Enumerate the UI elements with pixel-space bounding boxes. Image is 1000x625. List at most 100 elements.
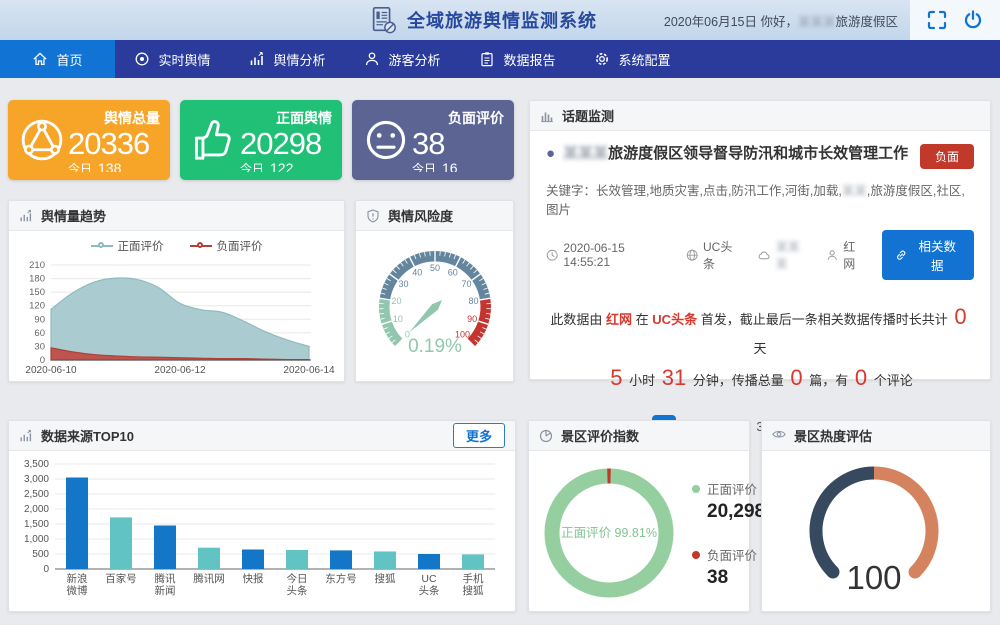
svg-text:搜狐: 搜狐 [375, 572, 396, 585]
nav-item-1[interactable]: 实时舆情 [115, 40, 230, 78]
rating-donut-chart: 正面评价 99.81% [531, 451, 691, 611]
user-icon [364, 51, 380, 67]
stat-card-today: 今日138 [68, 160, 160, 172]
bar-5 [286, 550, 308, 569]
stat-card-value: 20298 [240, 128, 332, 160]
svg-text:百家号: 百家号 [105, 572, 137, 585]
panel-sources-header: 数据来源TOP10 更多 [9, 421, 515, 451]
clock-icon [546, 249, 558, 262]
bar-4 [242, 550, 264, 570]
nav-item-4[interactable]: 数据报告 [460, 40, 575, 78]
more-button[interactable]: 更多 [453, 423, 505, 448]
svg-text:微博: 微博 [67, 584, 88, 597]
rating-legend-item-1[interactable]: 负面评价38 [692, 545, 765, 589]
panel-risk-title: 舆情风险度 [388, 206, 453, 225]
bar-0 [66, 478, 88, 570]
panel-topic: 话题监测 ● 某某某旅游度假区领导督导防汛和城市长效管理工作 负面 关键字：长效… [529, 100, 991, 380]
eye-icon [772, 429, 786, 443]
topic-source-redacted: 某某某 [758, 238, 810, 272]
svg-text:30: 30 [398, 279, 408, 289]
trend-area-chart: 03060901201501802102020-06-102020-06-122… [9, 255, 344, 377]
topic-platform: UC头条 [686, 238, 743, 272]
app-logo-icon [368, 5, 398, 35]
report-icon [479, 51, 495, 67]
rating-legend-item-0[interactable]: 正面评价20,298 [692, 479, 765, 523]
nav-item-0[interactable]: 首页 [0, 40, 115, 78]
risk-gauge-chart: 01020304050607080901000.19% [356, 231, 513, 381]
nav-item-2[interactable]: 舆情分析 [230, 40, 345, 78]
svg-text:70: 70 [462, 279, 472, 289]
nav-item-3[interactable]: 游客分析 [345, 40, 460, 78]
panel-trend-title: 舆情量趋势 [41, 206, 106, 225]
fullscreen-icon[interactable] [927, 10, 947, 30]
panel-trend: 舆情量趋势 正面评价负面评价 03060901201501802102020-0… [8, 200, 345, 382]
topic-site: 红网 [826, 238, 866, 272]
bar-3 [198, 548, 220, 569]
topic-bullet: ● [546, 144, 555, 164]
svg-text:2020-06-12: 2020-06-12 [154, 365, 206, 376]
svg-text:180: 180 [29, 274, 45, 285]
svg-text:60: 60 [448, 267, 458, 277]
svg-text:3,000: 3,000 [24, 474, 49, 485]
nav-item-5[interactable]: 系统配置 [575, 40, 690, 78]
svg-text:腾讯: 腾讯 [155, 572, 176, 585]
svg-text:2020-06-10: 2020-06-10 [25, 365, 77, 376]
svg-text:0.19%: 0.19% [408, 336, 462, 357]
svg-text:头条: 头条 [419, 584, 440, 597]
header-user-info: 2020年06月15日 你好， 某某某 旅游度假区 [664, 0, 898, 40]
shield-icon [366, 209, 380, 223]
chart-small-icon [19, 209, 33, 223]
related-data-button[interactable]: 相关数据 [882, 230, 974, 280]
svg-text:30: 30 [34, 341, 45, 352]
app-header: 全域旅游舆情监测系统 2020年06月15日 你好， 某某某 旅游度假区 [0, 0, 1000, 40]
trend-legend-item-1[interactable]: 负面评价 [190, 238, 263, 254]
chart-icon [249, 51, 265, 67]
stat-card-1: 正面舆情 20298 今日122 [180, 100, 342, 180]
stat-card-2: 负面评价 38 今日16 [352, 100, 514, 180]
panel-heat: 景区热度评估 100 [761, 420, 991, 612]
svg-text:UC: UC [421, 573, 437, 585]
sentiment-badge: 负面 [920, 144, 974, 169]
topic-time: 2020-06-15 14:55:21 [546, 241, 670, 269]
svg-text:210: 210 [29, 260, 45, 271]
cloud-icon [758, 249, 770, 262]
bar-9 [462, 554, 484, 569]
topic-summary: 此数据由 红网 在 UC头条 首发，截止最后一条相关数据传播时长共计 0 天 5… [546, 302, 974, 395]
svg-text:3,500: 3,500 [24, 459, 49, 470]
svg-text:东方号: 东方号 [325, 572, 357, 585]
topic-title-link[interactable]: 某某某旅游度假区领导督导防汛和城市长效管理工作 [563, 144, 912, 164]
stat-card-value: 20336 [68, 128, 160, 160]
panel-sources-title: 数据来源TOP10 [41, 426, 134, 445]
power-icon[interactable] [963, 10, 983, 30]
stat-card-title: 负面评价 [412, 108, 504, 128]
svg-text:2020-06-14: 2020-06-14 [283, 365, 335, 376]
bar-7 [374, 551, 396, 569]
home-icon [32, 51, 48, 67]
link-icon [895, 249, 907, 262]
svg-text:40: 40 [412, 267, 422, 277]
panel-heat-header: 景区热度评估 [762, 421, 990, 451]
brand: 全域旅游舆情监测系统 [368, 5, 597, 35]
svg-text:今日: 今日 [287, 572, 308, 585]
neutral-face-icon [360, 114, 412, 166]
stat-card-title: 舆情总量 [68, 108, 160, 128]
heat-gauge-chart: 100 [762, 451, 990, 611]
panel-rating-title: 景区评价指数 [561, 426, 639, 445]
network-icon [16, 114, 68, 166]
svg-text:1,000: 1,000 [24, 534, 49, 545]
svg-text:100: 100 [846, 559, 901, 596]
date-greeting: 2020年06月15日 你好， [664, 11, 798, 30]
target-icon [134, 51, 150, 67]
panel-risk: 舆情风险度 01020304050607080901000.19% [355, 200, 514, 382]
svg-text:正面评价 99.81%: 正面评价 99.81% [561, 526, 657, 540]
svg-text:90: 90 [467, 314, 477, 324]
svg-text:80: 80 [469, 296, 479, 306]
svg-text:新闻: 新闻 [155, 584, 176, 597]
stat-card-title: 正面舆情 [240, 108, 332, 128]
globe-icon [686, 249, 698, 262]
thumbs-up-icon [188, 114, 240, 166]
topic-title-redacted: 某某某 [563, 145, 608, 162]
svg-text:150: 150 [29, 287, 45, 298]
trend-legend-item-0[interactable]: 正面评价 [91, 238, 164, 254]
svg-text:新浪: 新浪 [67, 572, 88, 585]
